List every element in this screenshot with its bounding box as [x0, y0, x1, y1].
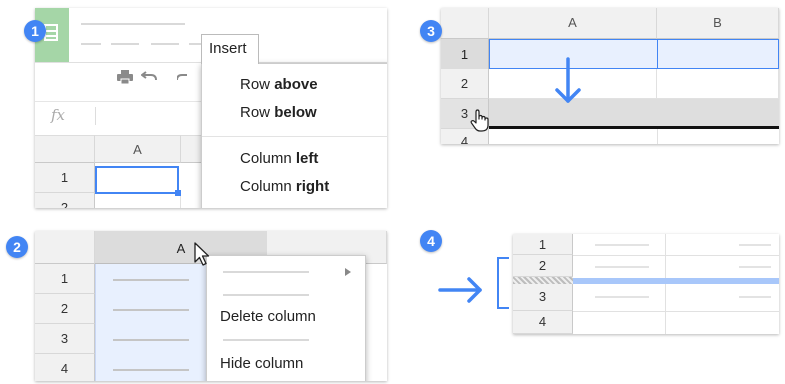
cell-text-placeholder	[739, 244, 771, 246]
row-header-4-label: 4	[538, 314, 547, 329]
moved-rows-bracket	[497, 257, 509, 309]
cell-text-placeholder	[595, 266, 649, 268]
row-header-2[interactable]: 2	[35, 294, 95, 324]
cell-text-placeholder	[739, 296, 771, 298]
step-2-badge: 2	[6, 236, 28, 258]
row-header-2-label: 2	[60, 200, 69, 208]
formula-fx-icon: fx	[51, 106, 66, 124]
row-header-3-label: 3	[460, 106, 469, 121]
cell-a2[interactable]	[95, 193, 181, 208]
row-header-1[interactable]: 1	[35, 163, 95, 193]
cell-text-placeholder	[113, 309, 189, 311]
row-header-1-label: 1	[60, 271, 69, 286]
menu-bar-placeholder	[189, 43, 201, 45]
row-header-4-label: 4	[60, 361, 69, 376]
down-arrow-icon	[554, 57, 582, 110]
row-drop-indicator	[489, 126, 779, 129]
cell-divider	[657, 129, 658, 144]
delete-column-item[interactable]: Delete column	[220, 308, 316, 325]
fill-handle[interactable]	[175, 190, 181, 196]
print-icon[interactable]	[117, 70, 133, 85]
row-header-2[interactable]: 2	[441, 69, 489, 99]
column-divider	[665, 234, 666, 334]
cell-text-placeholder	[739, 266, 771, 268]
row-header-2-label: 2	[60, 301, 69, 316]
step-4-badge: 4	[420, 230, 442, 252]
undo-icon[interactable]	[140, 69, 157, 83]
column-header-a-label: A	[568, 15, 577, 30]
column-header-b-label: B	[713, 15, 722, 30]
step-1-badge: 1	[24, 20, 46, 42]
row-header-1-label: 1	[460, 47, 469, 62]
row-header-3[interactable]: 3	[513, 284, 573, 311]
cell-text-placeholder	[595, 296, 649, 298]
menu-bar-placeholder	[81, 43, 101, 45]
insert-menu-tab[interactable]: Insert	[201, 34, 259, 64]
panel-insert-menu: Insert fx A 1 2 Row above Row below Colu…	[35, 8, 387, 208]
menu-bar-placeholder	[151, 43, 179, 45]
cell-text-placeholder	[113, 339, 189, 341]
corner-cell	[441, 8, 489, 39]
moved-row-highlight	[573, 278, 779, 284]
row-header-2[interactable]: 2	[513, 255, 573, 277]
corner-cell	[35, 135, 95, 163]
row-header-3[interactable]: 3	[35, 324, 95, 354]
menu-bar-placeholder	[111, 43, 139, 45]
selected-cell-a1[interactable]	[95, 166, 179, 194]
row-header-2[interactable]: 2	[35, 193, 95, 208]
row-header-4[interactable]: 4	[513, 311, 573, 334]
menu-item-row-above[interactable]: Row above	[240, 76, 318, 93]
formula-separator	[95, 107, 96, 125]
row-header-1-label: 1	[60, 170, 69, 185]
row-header-4[interactable]: 4	[35, 354, 95, 381]
right-arrow-icon	[438, 276, 484, 309]
row-header-1[interactable]: 1	[441, 39, 489, 69]
row-line	[573, 311, 779, 312]
cell-text-placeholder	[113, 279, 189, 281]
column-header-b[interactable]: B	[657, 8, 779, 39]
row-header-2-label: 2	[538, 258, 547, 273]
insert-menu-label: Insert	[209, 40, 247, 57]
column-header-a[interactable]: A	[489, 8, 657, 39]
column-context-menu: Delete column Hide column	[206, 255, 366, 381]
menu-item-row-below[interactable]: Row below	[240, 104, 317, 121]
cell-b2[interactable]	[657, 69, 779, 99]
row-header-4-label: 4	[460, 134, 469, 144]
insert-dropdown-menu: Row above Row below Column left Column r…	[201, 63, 387, 208]
mouse-pointer-icon	[194, 242, 210, 273]
row-header-3-label: 3	[60, 331, 69, 346]
hide-column-item[interactable]: Hide column	[220, 355, 303, 372]
hidden-row-marker	[513, 277, 573, 284]
menu-item-placeholder[interactable]	[223, 294, 309, 296]
step-3-badge: 3	[420, 20, 442, 42]
menu-divider	[202, 136, 387, 137]
row-1-selection[interactable]	[489, 39, 779, 69]
column-header-a[interactable]: A	[95, 135, 181, 163]
menu-item-column-left[interactable]: Column left	[240, 150, 318, 167]
row-header-2-label: 2	[460, 76, 469, 91]
cell-text-placeholder	[595, 244, 649, 246]
menu-item-placeholder[interactable]	[223, 271, 309, 273]
row-line	[573, 255, 779, 256]
submenu-arrow-icon	[345, 268, 351, 276]
panel-move-row: A B 1 2 3 4	[441, 8, 779, 144]
row-3-drag-target	[489, 99, 779, 126]
redo-icon[interactable]	[176, 69, 187, 83]
doc-title-placeholder	[81, 23, 185, 25]
menu-item-placeholder[interactable]	[223, 339, 309, 341]
corner-cell	[35, 231, 95, 264]
hand-cursor-icon	[469, 109, 491, 138]
row-header-3-label: 3	[538, 289, 547, 304]
menu-item-column-right[interactable]: Column right	[240, 178, 329, 195]
panel-row-moved: 1 2 3 4	[513, 234, 779, 334]
column-header-a-label: A	[133, 142, 142, 157]
panel-delete-column: A 1 2 3 4 Delete column Hide column	[35, 231, 387, 381]
row-header-1[interactable]: 1	[35, 264, 95, 294]
cell-text-placeholder	[113, 369, 189, 371]
row-1-cell-divider	[657, 39, 658, 69]
row-header-1[interactable]: 1	[513, 234, 573, 255]
column-header-a-label: A	[176, 241, 186, 256]
row-header-1-label: 1	[538, 237, 547, 252]
